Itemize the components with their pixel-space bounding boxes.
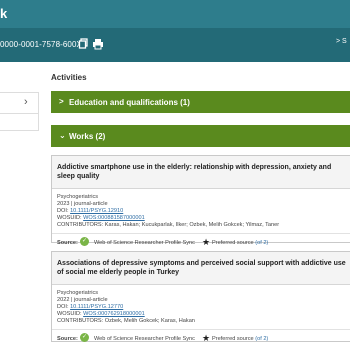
sidebar-item[interactable] [0,113,39,131]
work-doi-row: DOI: 10.1111/PSYG.12770 [57,304,346,311]
preferred-source: Preferred source (of 2) [212,240,269,246]
work-meta: 2023 | journal-article [57,201,108,207]
work-card: Addictive smartphone use in the elderly:… [51,155,350,247]
wosuid-link[interactable]: WOS:000762918000001 [83,311,145,317]
work-wosuid-row: WOSUID: WOS:000762918000001 [57,311,346,318]
work-journal: Psychogeriatrics [57,194,99,200]
activities-title: Activities [51,73,87,82]
sidebar-item[interactable]: › [0,92,39,114]
chevron-down-icon: ⌄ [59,131,66,140]
work-contributors: CONTRIBUTORS: Karas, Hakan; Kucukparlak,… [57,222,280,228]
source-label: Source: [57,336,78,342]
preferred-of-link[interactable]: (of 2) [255,336,268,342]
check-icon: ✓ [80,333,89,342]
doi-label: DOI: [57,304,71,310]
wosuid-link[interactable]: WOS:000881587000001 [83,215,145,221]
top-header: k [0,0,350,28]
section-works[interactable]: ⌄ Works (2) [51,125,350,147]
doi-link[interactable]: 10.1111/PSYG.12770 [70,304,123,310]
check-icon: ✓ [80,237,89,246]
work-journal: Psychogeriatrics [57,290,99,296]
star-icon: ★ [202,237,211,247]
work-title: Associations of depressive symptoms and … [52,252,350,285]
source-name: Web of Science Researcher Profile Sync [94,336,195,342]
share-link[interactable]: > S [336,38,347,45]
wosuid-label: WOSUID: [57,215,84,221]
source-name: Web of Science Researcher Profile Sync [94,240,195,246]
orcid-id: 0000-0001-7578-600X [0,40,82,49]
work-source: Source: ✓ Web of Science Researcher Prof… [52,233,350,251]
work-contributors: CONTRIBUTORS: Ozbek, Melih Gokcek; Karas… [57,318,195,324]
work-wosuid-row: WOSUID: WOS:000881587000001 [57,215,346,222]
star-icon: ★ [202,333,211,343]
print-icon[interactable] [92,37,104,50]
wosuid-label: WOSUID: [57,311,84,317]
chevron-right-icon: > [59,97,64,106]
work-card: Associations of depressive symptoms and … [51,251,350,343]
work-meta: 2022 | journal-article [57,297,108,303]
section-education[interactable]: > Education and qualifications (1) [51,91,350,113]
preferred-of-link[interactable]: (of 2) [255,240,268,246]
copy-icon[interactable] [78,37,90,49]
orcid-id-bar: 0000-0001-7578-600X > S [0,28,350,62]
preferred-source: Preferred source (of 2) [212,336,269,342]
work-source: Source: ✓ Web of Science Researcher Prof… [52,329,350,347]
work-title: Addictive smartphone use in the elderly:… [52,156,350,189]
work-doi-row: DOI: 10.1111/PSYG.12910 [57,208,346,215]
section-works-label: Works (2) [69,132,106,141]
chevron-right-icon: › [24,96,28,108]
doi-label: DOI: [57,208,71,214]
doi-link[interactable]: 10.1111/PSYG.12910 [70,208,123,214]
source-label: Source: [57,240,78,246]
brand-text: k [0,6,8,21]
section-education-label: Education and qualifications (1) [69,98,190,107]
